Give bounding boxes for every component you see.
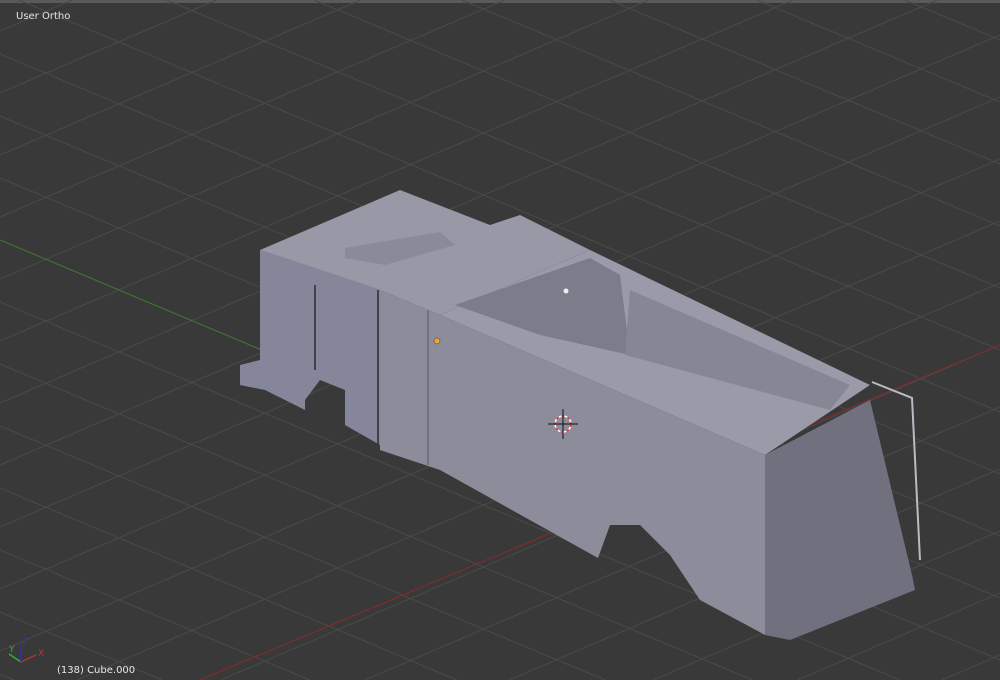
grid-line	[0, 0, 505, 218]
gizmo-x-label: X	[38, 649, 44, 659]
origin-dot	[433, 337, 441, 345]
lamp-dot	[563, 288, 569, 294]
grid-line	[461, 0, 1000, 227]
active-object-label: (138) Cube.000	[57, 665, 136, 676]
axis-gizmo-icon: X Y Z	[8, 637, 44, 663]
grid-line	[0, 0, 361, 156]
grid-line	[609, 0, 1000, 165]
gizmo-z-label: Z	[22, 637, 28, 647]
grid-line	[0, 673, 15, 680]
grid-line	[0, 549, 310, 680]
fire-truck-mesh[interactable]	[240, 190, 921, 640]
3d-viewport[interactable]: X Y Z User Ortho (138) Cube.000	[0, 0, 1000, 680]
view-mode-label: User Ortho	[16, 11, 71, 22]
viewport-canvas[interactable]: X Y Z	[0, 0, 1000, 680]
gizmo-y-label: Y	[8, 645, 15, 655]
grid-line	[0, 487, 458, 680]
grid-line	[941, 654, 1000, 680]
grid-line	[904, 0, 1000, 41]
